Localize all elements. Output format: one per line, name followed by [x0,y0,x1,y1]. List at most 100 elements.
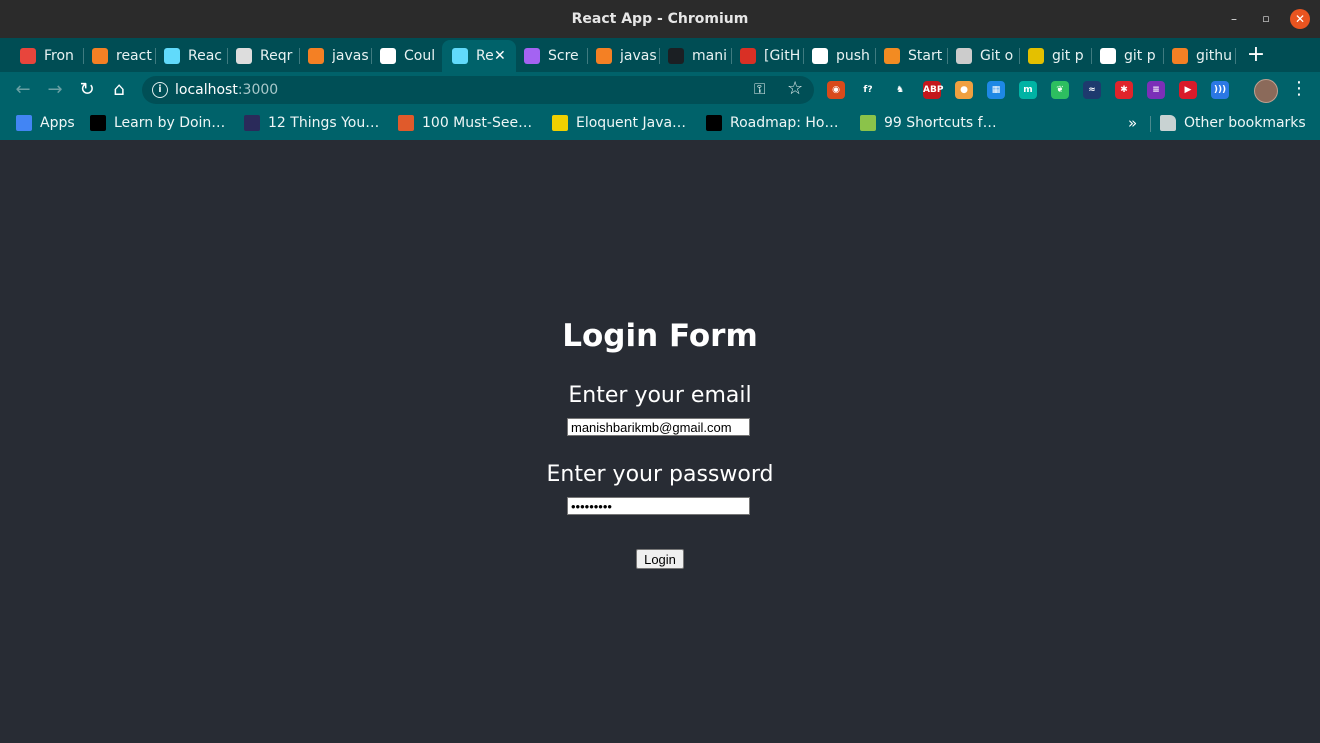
tab-label: react [116,48,152,64]
youtube-icon[interactable]: ▶ [1179,81,1197,99]
tab-4[interactable]: Reqr [226,40,300,72]
menu-kebab-icon[interactable]: ⋮ [1290,78,1308,99]
gnome-icon[interactable]: ♞ [891,81,909,99]
login-button[interactable]: Login [636,549,684,569]
tab-separator [1235,48,1236,64]
password-field[interactable] [567,497,750,515]
m-circle-icon[interactable]: m [1019,81,1037,99]
bookmark-item[interactable]: 99 Shortcuts f… [860,108,997,138]
tab-8[interactable]: Scre [514,40,588,72]
signal-icon[interactable]: ))) [1211,81,1229,99]
tab-14[interactable]: Git o [946,40,1020,72]
window-title: React App - Chromium [571,11,749,27]
bug-icon[interactable]: ◉ [827,81,845,99]
wave-icon[interactable]: ≈ [1083,81,1101,99]
tab-label: Re [476,48,494,64]
tab-label: git p [1052,48,1084,64]
tab-17[interactable]: githu [1162,40,1236,72]
reload-button[interactable]: ↻ [76,80,98,100]
google-icon [812,48,828,64]
tab-12[interactable]: push [802,40,876,72]
bookmark-label: Roadmap: Ho… [730,115,839,131]
window-icon[interactable]: ▦ [987,81,1005,99]
react-icon [164,48,180,64]
key-icon[interactable]: ⚿ [754,80,765,98]
bookmarks-overflow-button[interactable]: » [1128,108,1137,138]
bookmark-item[interactable]: Learn by Doin… [90,108,225,138]
other-bookmarks-folder[interactable]: Other bookmarks [1160,108,1306,138]
tab-7[interactable]: Re ✕ [442,40,516,72]
bookmark-item[interactable]: Roadmap: Ho… [706,108,839,138]
evernote-icon[interactable]: ❦ [1051,81,1069,99]
email-field[interactable] [567,418,750,436]
tab-16[interactable]: git p [1090,40,1164,72]
tab-9[interactable]: javas [586,40,660,72]
address-url[interactable]: localhost:3000 [175,76,278,104]
bookmark-item[interactable]: 12 Things You… [244,108,379,138]
bookmark-label: Learn by Doin… [114,115,226,131]
bookmark-label: 99 Shortcuts f… [884,115,997,131]
tab-label: Start [908,48,943,64]
tab-6[interactable]: Coul [370,40,444,72]
bookmark-item[interactable]: 100 Must-See… [398,108,532,138]
maximize-button[interactable]: ▫ [1256,9,1276,29]
url-host: localhost [175,82,238,98]
stackoverflow-icon [596,48,612,64]
profile-avatar[interactable] [1254,79,1278,103]
address-bar[interactable]: i localhost:3000 ⚿ ☆ [142,76,814,104]
page-viewport: Login Form Enter your email Enter your p… [0,140,1320,743]
close-tab-icon[interactable]: ✕ [494,40,506,72]
tab-label: Fron [44,48,74,64]
window-titlebar: React App - Chromium – ▫ ✕ [0,0,1320,38]
sprout-icon [860,115,876,131]
password-label: Enter your password [546,462,774,487]
google-icon [1100,48,1116,64]
site-info-icon[interactable]: i [152,82,168,98]
bookmark-item[interactable]: Eloquent Java… [552,108,686,138]
grid-icon [20,48,36,64]
tab-label: githu [1196,48,1232,64]
tab-label: Reac [188,48,222,64]
new-tab-button[interactable]: + [1246,38,1266,72]
tab-15[interactable]: git p [1018,40,1092,72]
bookmark-label: Eloquent Java… [576,115,687,131]
page-title: Login Form [562,318,758,354]
medium-icon [706,115,722,131]
bookmark-item[interactable]: Apps [16,108,75,138]
forward-button[interactable]: → [44,80,66,100]
back-button[interactable]: ← [12,80,34,100]
stackoverflow-icon [308,48,324,64]
email-label: Enter your email [568,383,752,408]
bookmark-label: Apps [40,115,75,131]
tab-2[interactable]: react [82,40,156,72]
tab-label: mani [692,48,727,64]
bookmark-label: 100 Must-See… [422,115,533,131]
tab-label: javas [332,48,368,64]
tab-3[interactable]: Reac [154,40,228,72]
tab-label: Git o [980,48,1014,64]
tab-label: push [836,48,870,64]
minimize-button[interactable]: – [1224,9,1244,29]
red-puzzle-icon[interactable]: ✱ [1115,81,1133,99]
codecademy-icon [398,115,414,131]
medium-icon [90,115,106,131]
home-button[interactable]: ⌂ [108,80,130,100]
tab-10[interactable]: mani [658,40,732,72]
tab-11[interactable]: [GitH [730,40,804,72]
tab-5[interactable]: javas [298,40,372,72]
adblock-icon[interactable]: ABP [923,81,943,99]
tab-1[interactable]: Fron [10,40,84,72]
feather-icon [524,48,540,64]
tab-13[interactable]: Start [874,40,948,72]
stack-icon[interactable]: ≡ [1147,81,1165,99]
bookmark-star-icon[interactable]: ☆ [787,78,803,99]
function-icon[interactable]: f? [859,81,877,99]
globe-icon [236,48,252,64]
box-icon [884,48,900,64]
close-window-button[interactable]: ✕ [1290,9,1310,29]
tab-label: Scre [548,48,579,64]
tab-label: [GitH [764,48,800,64]
capsule-icon[interactable]: ● [955,81,973,99]
google-icon [380,48,396,64]
bookmark-label: 12 Things You… [268,115,380,131]
